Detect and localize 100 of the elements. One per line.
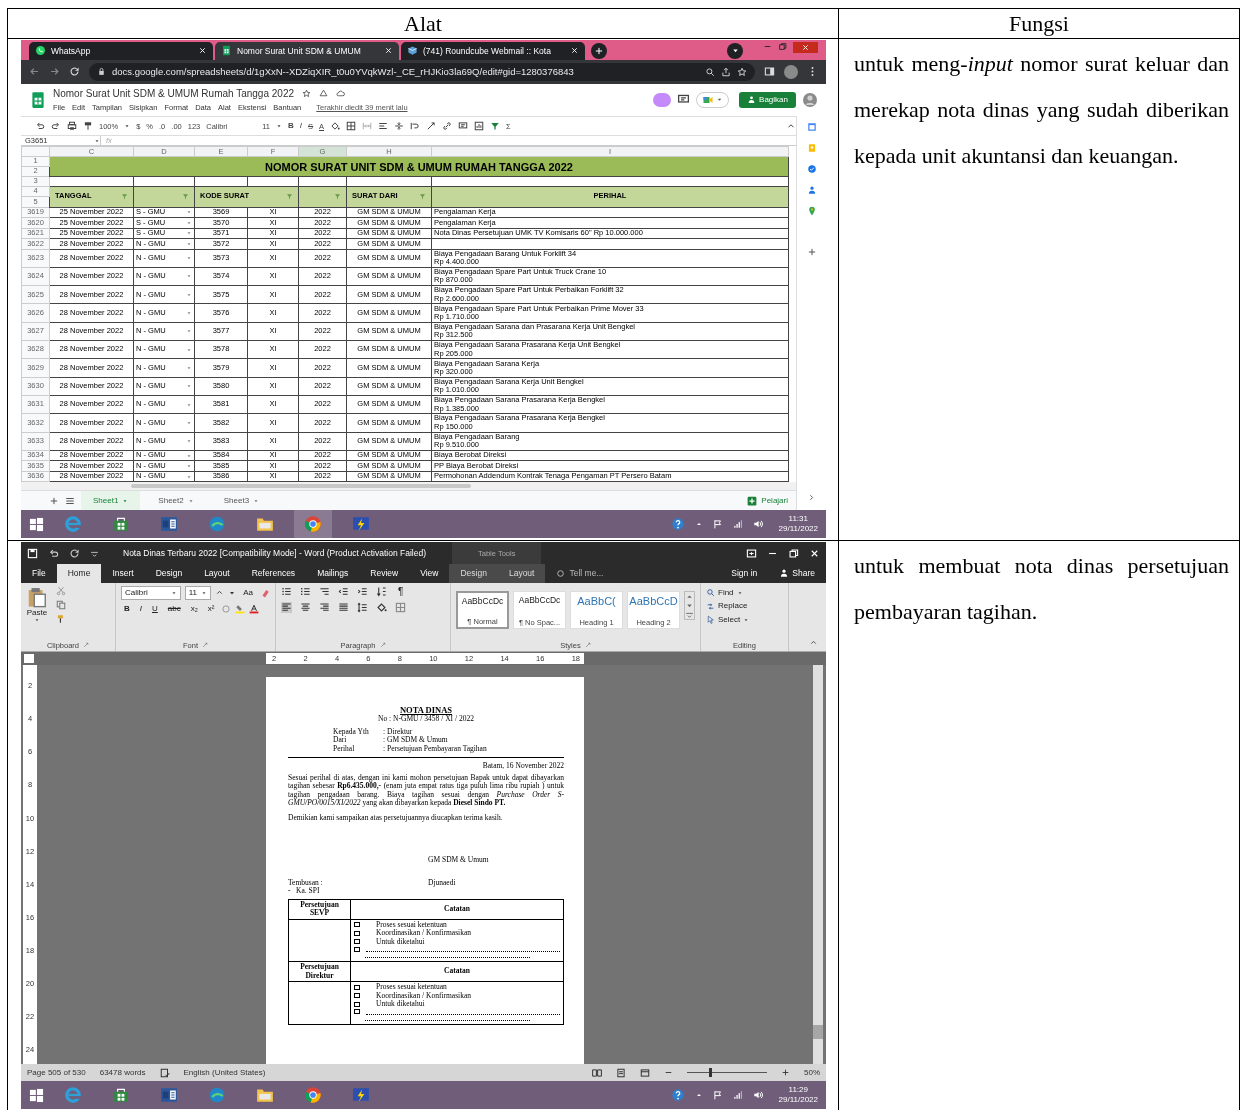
comment-icon[interactable] (458, 121, 469, 132)
print-icon[interactable] (67, 121, 77, 132)
help-icon[interactable] (670, 517, 685, 532)
print-layout-icon[interactable] (616, 1067, 626, 1078)
redo-icon[interactable] (69, 547, 80, 559)
find-button[interactable]: Find (706, 587, 783, 598)
bold-button[interactable]: B (288, 121, 294, 131)
speaker-icon[interactable] (752, 1090, 763, 1101)
caret-icon[interactable] (276, 123, 283, 130)
tell-me-field[interactable]: Tell me... (545, 564, 615, 583)
undo-icon[interactable] (48, 547, 59, 559)
bold-button[interactable]: B (121, 604, 133, 614)
word-icon[interactable] (160, 515, 178, 534)
horizontal-scrollbar[interactable] (21, 482, 796, 491)
close-icon[interactable] (198, 46, 207, 56)
subscript-button[interactable]: x₂ (187, 604, 201, 614)
page-count[interactable]: Page 505 of 530 (27, 1068, 86, 1078)
flag-icon[interactable] (712, 519, 723, 530)
folder-icon[interactable] (256, 515, 274, 534)
replace-button[interactable]: Replace (706, 601, 783, 611)
line-spacing-icon[interactable] (357, 601, 368, 613)
drive-icon[interactable] (319, 89, 329, 99)
windows-logo-icon[interactable] (29, 516, 44, 532)
format-painter-icon[interactable] (56, 613, 66, 624)
ribbon-tab[interactable]: View (409, 564, 450, 583)
edge-icon[interactable] (208, 1086, 226, 1105)
paste-button[interactable]: Paste (26, 585, 48, 640)
ribbon-tab[interactable]: Insert (101, 564, 145, 583)
numbering-icon[interactable] (300, 586, 311, 598)
link-icon[interactable] (442, 121, 453, 132)
align-icon[interactable] (378, 121, 389, 132)
cloud-status-icon[interactable] (653, 92, 672, 107)
back-icon[interactable] (29, 66, 40, 78)
undo-icon[interactable] (35, 121, 45, 132)
document-title[interactable]: Nomor Surat Unit SDM & UMUM Rumah Tangga 2022 (53, 87, 295, 100)
show-marks-button[interactable]: ¶ (395, 585, 407, 598)
sheet-tab[interactable]: Sheet1 (81, 491, 141, 511)
chart-icon[interactable] (474, 121, 485, 132)
shading-icon[interactable] (376, 601, 387, 613)
scrollbar-thumb[interactable] (813, 1025, 823, 1040)
close-icon[interactable] (384, 46, 393, 56)
save-icon[interactable] (27, 547, 38, 559)
borders-icon[interactable] (346, 121, 357, 132)
paint-format-icon[interactable] (83, 121, 93, 132)
ribbon-tab[interactable]: Design (144, 564, 194, 583)
flag-icon[interactable] (712, 1090, 723, 1101)
add-sheet-icon[interactable] (49, 495, 59, 506)
browser-tab[interactable]: Nomor Surat Unit SDM & UMUM (215, 41, 399, 60)
sheets-logo-icon[interactable] (29, 90, 47, 109)
sign-in-link[interactable]: Sign in (720, 564, 769, 583)
store-icon[interactable] (112, 515, 130, 534)
bullets-icon[interactable] (281, 586, 292, 598)
ribbon-tab[interactable]: References (240, 564, 307, 583)
chevron-right-icon[interactable] (807, 493, 816, 503)
star-icon[interactable] (302, 89, 312, 99)
ribbon-tab[interactable]: Design (449, 564, 498, 583)
vertical-scrollbar[interactable] (813, 665, 823, 1065)
increase-indent-icon[interactable] (357, 586, 368, 598)
sheet-list-icon[interactable] (65, 495, 75, 506)
ribbon-tab[interactable]: Layout (193, 564, 241, 583)
filter-icon[interactable] (490, 121, 501, 132)
superscript-button[interactable]: x² (204, 604, 218, 614)
highlight-icon[interactable] (235, 603, 246, 614)
tasks-icon[interactable] (806, 164, 817, 175)
align-right-icon[interactable] (319, 601, 330, 613)
word-icon[interactable] (160, 1086, 178, 1105)
fill-color-icon[interactable] (330, 121, 341, 132)
redo-icon[interactable] (51, 121, 61, 132)
scrollbar-thumb[interactable] (131, 484, 471, 489)
help-icon[interactable] (670, 1088, 685, 1103)
sheet-tab[interactable]: Sheet3 (211, 491, 272, 511)
read-mode-icon[interactable] (592, 1067, 602, 1078)
close-icon[interactable] (570, 46, 579, 56)
tab-search-button[interactable] (727, 42, 743, 59)
word-count[interactable]: 63478 words (99, 1068, 146, 1078)
wrap-icon[interactable] (410, 121, 421, 132)
share-button[interactable]: Share (768, 564, 826, 583)
strikethrough-button[interactable]: abc (164, 604, 184, 614)
font-color-icon[interactable] (249, 603, 260, 614)
font-field[interactable]: Calibri (121, 585, 181, 600)
side-panel-icon[interactable] (764, 66, 775, 78)
sort-icon[interactable] (376, 586, 387, 598)
map-pin-icon[interactable] (806, 206, 817, 217)
share-button[interactable]: Bagikan (739, 92, 796, 108)
contacts-icon[interactable] (806, 185, 817, 196)
avatar[interactable] (784, 64, 798, 79)
reload-icon[interactable] (69, 66, 80, 78)
ribbon-tab[interactable]: Home (56, 564, 102, 583)
address-field[interactable]: docs.google.com/spreadsheets/d/1gXxN--XDZiqXIR_t0u0YVqkWzl-_CE_rHJKio3la69Q/edit#gid=1280376843 (89, 62, 755, 81)
caret-icon[interactable] (124, 123, 131, 130)
italic-button[interactable]: I (136, 604, 145, 614)
ribbon-tab[interactable]: Layout (497, 564, 546, 583)
multilevel-list-icon[interactable] (319, 586, 330, 598)
avatar-icon[interactable] (802, 91, 818, 108)
windows-logo-icon[interactable] (29, 1087, 44, 1103)
share-icon[interactable] (721, 66, 731, 77)
store-icon[interactable] (112, 1086, 130, 1105)
zoom-slider-thumb[interactable] (708, 1068, 712, 1078)
tab-selector[interactable] (24, 654, 34, 664)
sheet-tab[interactable]: Sheet2 (146, 491, 206, 511)
